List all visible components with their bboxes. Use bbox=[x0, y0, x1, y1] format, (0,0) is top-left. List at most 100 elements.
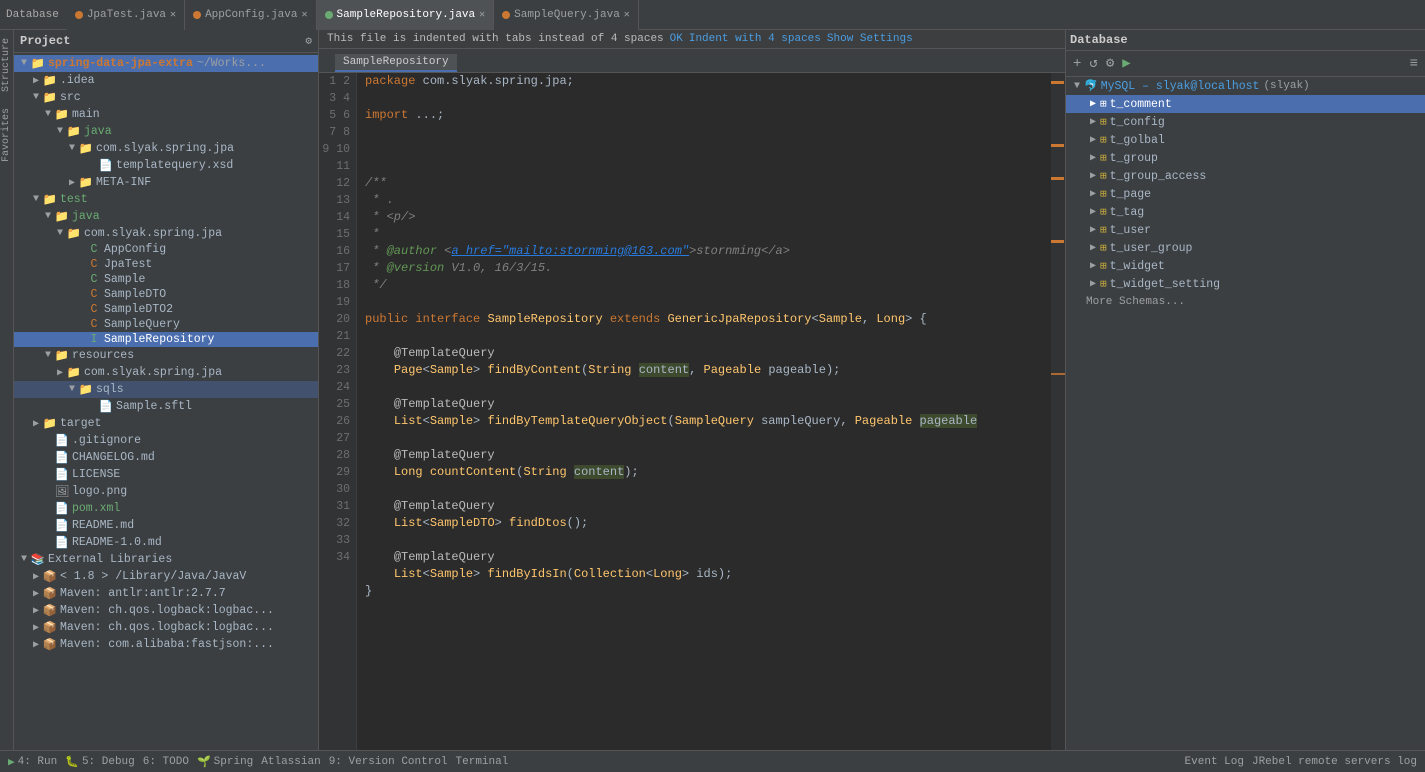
filename-tab[interactable]: SampleRepository bbox=[335, 54, 457, 72]
tree-item-samplerepository[interactable]: ▶ I SampleRepository bbox=[14, 332, 318, 347]
db-table-t_page[interactable]: ▶ ⊞ t_page bbox=[1066, 185, 1425, 203]
db-properties-btn[interactable]: ⚙ bbox=[1103, 53, 1117, 74]
db-expand-arrow: ▶ bbox=[1086, 152, 1100, 164]
java-class-icon: C bbox=[86, 288, 102, 301]
close-icon[interactable]: ✕ bbox=[479, 9, 485, 21]
tree-item-root[interactable]: ▼ 📁 spring-data-jpa-extra ~/Works... bbox=[14, 55, 318, 72]
tab-jpatest[interactable]: JpaTest.java ✕ bbox=[67, 0, 185, 30]
folder-icon: 📁 bbox=[66, 124, 82, 139]
tree-item-appconfig[interactable]: ▶ C AppConfig bbox=[14, 242, 318, 257]
db-table-t_group_access[interactable]: ▶ ⊞ t_group_access bbox=[1066, 167, 1425, 185]
close-icon[interactable]: ✕ bbox=[170, 9, 176, 21]
tree-item-target[interactable]: ▶ 📁 target bbox=[14, 415, 318, 432]
pkg-res-label: com.slyak.spring.jpa bbox=[84, 366, 222, 379]
todo-btn[interactable]: 6: TODO bbox=[143, 756, 189, 768]
tree-item-sample-sftl[interactable]: ▶ 📄 Sample.sftl bbox=[14, 398, 318, 415]
tree-item-maven-antlr[interactable]: ▶ 📦 Maven: antlr:antlr:2.7.7 bbox=[14, 585, 318, 602]
expand-arrow: ▼ bbox=[54, 126, 66, 137]
tab-appconfig[interactable]: AppConfig.java ✕ bbox=[185, 0, 316, 30]
jrebel-btn[interactable]: JRebel remote servers log bbox=[1252, 756, 1417, 768]
tree-item-jpatest[interactable]: ▶ C JpaTest bbox=[14, 257, 318, 272]
tree-item-jdk[interactable]: ▶ 📦 < 1.8 > /Library/Java/JavaV bbox=[14, 568, 318, 585]
db-add-btn[interactable]: + bbox=[1070, 54, 1084, 74]
java-class-icon: C bbox=[86, 318, 102, 331]
db-table-t_user_group[interactable]: ▶ ⊞ t_user_group bbox=[1066, 239, 1425, 257]
debug-btn[interactable]: 🐛 5: Debug bbox=[65, 755, 135, 769]
tree-item-readme[interactable]: ▶ 📄 README.md bbox=[14, 517, 318, 534]
table-name: t_group bbox=[1110, 152, 1158, 165]
structure-label[interactable]: Structure bbox=[1, 38, 12, 92]
more-schemas[interactable]: More Schemas... bbox=[1066, 293, 1425, 311]
vcs-btn[interactable]: 9: Version Control bbox=[329, 756, 448, 768]
tree-item-main[interactable]: ▼ 📁 main bbox=[14, 106, 318, 123]
favorites-label[interactable]: Favorites bbox=[1, 108, 12, 162]
main-label: main bbox=[72, 108, 100, 121]
expand-arrow: ▼ bbox=[18, 58, 30, 69]
db-more-btn[interactable]: ≡ bbox=[1407, 54, 1421, 74]
tree-item-maven-logback[interactable]: ▶ 📦 Maven: ch.qos.logback:logbac... bbox=[14, 602, 318, 619]
expand-arrow: ▶ bbox=[66, 177, 78, 189]
tree-item-sampledto2[interactable]: ▶ C SampleDTO2 bbox=[14, 302, 318, 317]
db-expand-arrow: ▶ bbox=[1086, 134, 1100, 146]
tree-item-meta[interactable]: ▶ 📁 META-INF bbox=[14, 174, 318, 191]
db-table-t_group[interactable]: ▶ ⊞ t_group bbox=[1066, 149, 1425, 167]
event-log-btn[interactable]: Event Log bbox=[1185, 756, 1244, 768]
tree-item-test[interactable]: ▼ 📁 test bbox=[14, 191, 318, 208]
terminal-btn[interactable]: Terminal bbox=[456, 756, 509, 768]
tree-item-sampledto[interactable]: ▶ C SampleDTO bbox=[14, 287, 318, 302]
tree-item-sample[interactable]: ▶ C Sample bbox=[14, 272, 318, 287]
tree-item-changelog[interactable]: ▶ 📄 CHANGELOG.md bbox=[14, 449, 318, 466]
tree-item-pom[interactable]: ▶ 📄 pom.xml bbox=[14, 500, 318, 517]
tree-item-pkg-test[interactable]: ▼ 📁 com.slyak.spring.jpa bbox=[14, 225, 318, 242]
tree-item-src[interactable]: ▼ 📁 src bbox=[14, 89, 318, 106]
code-content[interactable]: package com.slyak.spring.jpa; import ...… bbox=[357, 73, 1065, 750]
indent-link[interactable]: Indent with 4 spaces bbox=[689, 33, 821, 45]
run-icon: ▶ bbox=[8, 755, 15, 769]
close-icon[interactable]: ✕ bbox=[624, 9, 630, 21]
tab-samplequery[interactable]: SampleQuery.java ✕ bbox=[494, 0, 639, 30]
tree-item-samplequery[interactable]: ▶ C SampleQuery bbox=[14, 317, 318, 332]
tree-item-resources-test[interactable]: ▼ 📁 resources bbox=[14, 347, 318, 364]
atlassian-btn[interactable]: Atlassian bbox=[261, 756, 320, 768]
spring-label: Spring bbox=[214, 756, 254, 768]
tree-item-license[interactable]: ▶ 📄 LICENSE bbox=[14, 466, 318, 483]
tab-appconfig-label: AppConfig.java bbox=[205, 9, 297, 21]
close-icon[interactable]: ✕ bbox=[301, 9, 307, 21]
scroll-mark-3 bbox=[1051, 177, 1064, 180]
settings-link[interactable]: Show Settings bbox=[827, 33, 913, 45]
tree-item-sqls[interactable]: ▼ 📁 sqls bbox=[14, 381, 318, 398]
db-connection-item[interactable]: ▼ 🐬 MySQL – slyak@localhost (slyak) bbox=[1066, 77, 1425, 95]
db-table-t_widget[interactable]: ▶ ⊞ t_widget bbox=[1066, 257, 1425, 275]
run-btn[interactable]: ▶ 4: Run bbox=[8, 755, 57, 769]
tree-item-readme10[interactable]: ▶ 📄 README-1.0.md bbox=[14, 534, 318, 551]
tree-item-ext-libs[interactable]: ▼ 📚 External Libraries bbox=[14, 551, 318, 568]
db-run-btn[interactable]: ▶ bbox=[1119, 53, 1133, 74]
db-table-t_golbal[interactable]: ▶ ⊞ t_golbal bbox=[1066, 131, 1425, 149]
gear-icon[interactable]: ⚙ bbox=[305, 34, 312, 48]
tree-item-test-java[interactable]: ▼ 📁 java bbox=[14, 208, 318, 225]
ok-link[interactable]: OK bbox=[670, 33, 683, 45]
tree-item-idea[interactable]: ▶ 📁 .idea bbox=[14, 72, 318, 89]
tab-samplerepo[interactable]: SampleRepository.java ✕ bbox=[317, 0, 495, 30]
expand-arrow: ▼ bbox=[30, 194, 42, 205]
tree-item-logo[interactable]: ▶ 🖼 logo.png bbox=[14, 483, 318, 500]
db-table-t_config[interactable]: ▶ ⊞ t_config bbox=[1066, 113, 1425, 131]
tree-item-maven-fastjson[interactable]: ▶ 📦 Maven: com.alibaba:fastjson:... bbox=[14, 636, 318, 653]
tree-item-maven-logback2[interactable]: ▶ 📦 Maven: ch.qos.logback:logbac... bbox=[14, 619, 318, 636]
db-refresh-btn[interactable]: ↺ bbox=[1086, 53, 1100, 74]
pkg-main-label: com.slyak.spring.jpa bbox=[96, 142, 234, 155]
spring-btn[interactable]: 🌱 Spring bbox=[197, 755, 253, 769]
code-editor[interactable]: 1 2 3 4 5 6 7 8 9 10 11 12 13 14 15 16 1… bbox=[319, 73, 1065, 750]
db-table-t_user[interactable]: ▶ ⊞ t_user bbox=[1066, 221, 1425, 239]
tree-item-pkg-res[interactable]: ▶ 📁 com.slyak.spring.jpa bbox=[14, 364, 318, 381]
db-table-t_comment[interactable]: ▶ ⊞ t_comment bbox=[1066, 95, 1425, 113]
spring-icon: 🌱 bbox=[197, 755, 211, 769]
folder-icon: 📁 bbox=[54, 209, 70, 224]
gitignore-label: .gitignore bbox=[72, 434, 141, 447]
tree-item-gitignore[interactable]: ▶ 📄 .gitignore bbox=[14, 432, 318, 449]
tree-item-xsd[interactable]: ▶ 📄 templatequery.xsd bbox=[14, 157, 318, 174]
tree-item-pkg-main[interactable]: ▼ 📁 com.slyak.spring.jpa bbox=[14, 140, 318, 157]
tree-item-java[interactable]: ▼ 📁 java bbox=[14, 123, 318, 140]
db-table-t_widget_setting[interactable]: ▶ ⊞ t_widget_setting bbox=[1066, 275, 1425, 293]
db-table-t_tag[interactable]: ▶ ⊞ t_tag bbox=[1066, 203, 1425, 221]
